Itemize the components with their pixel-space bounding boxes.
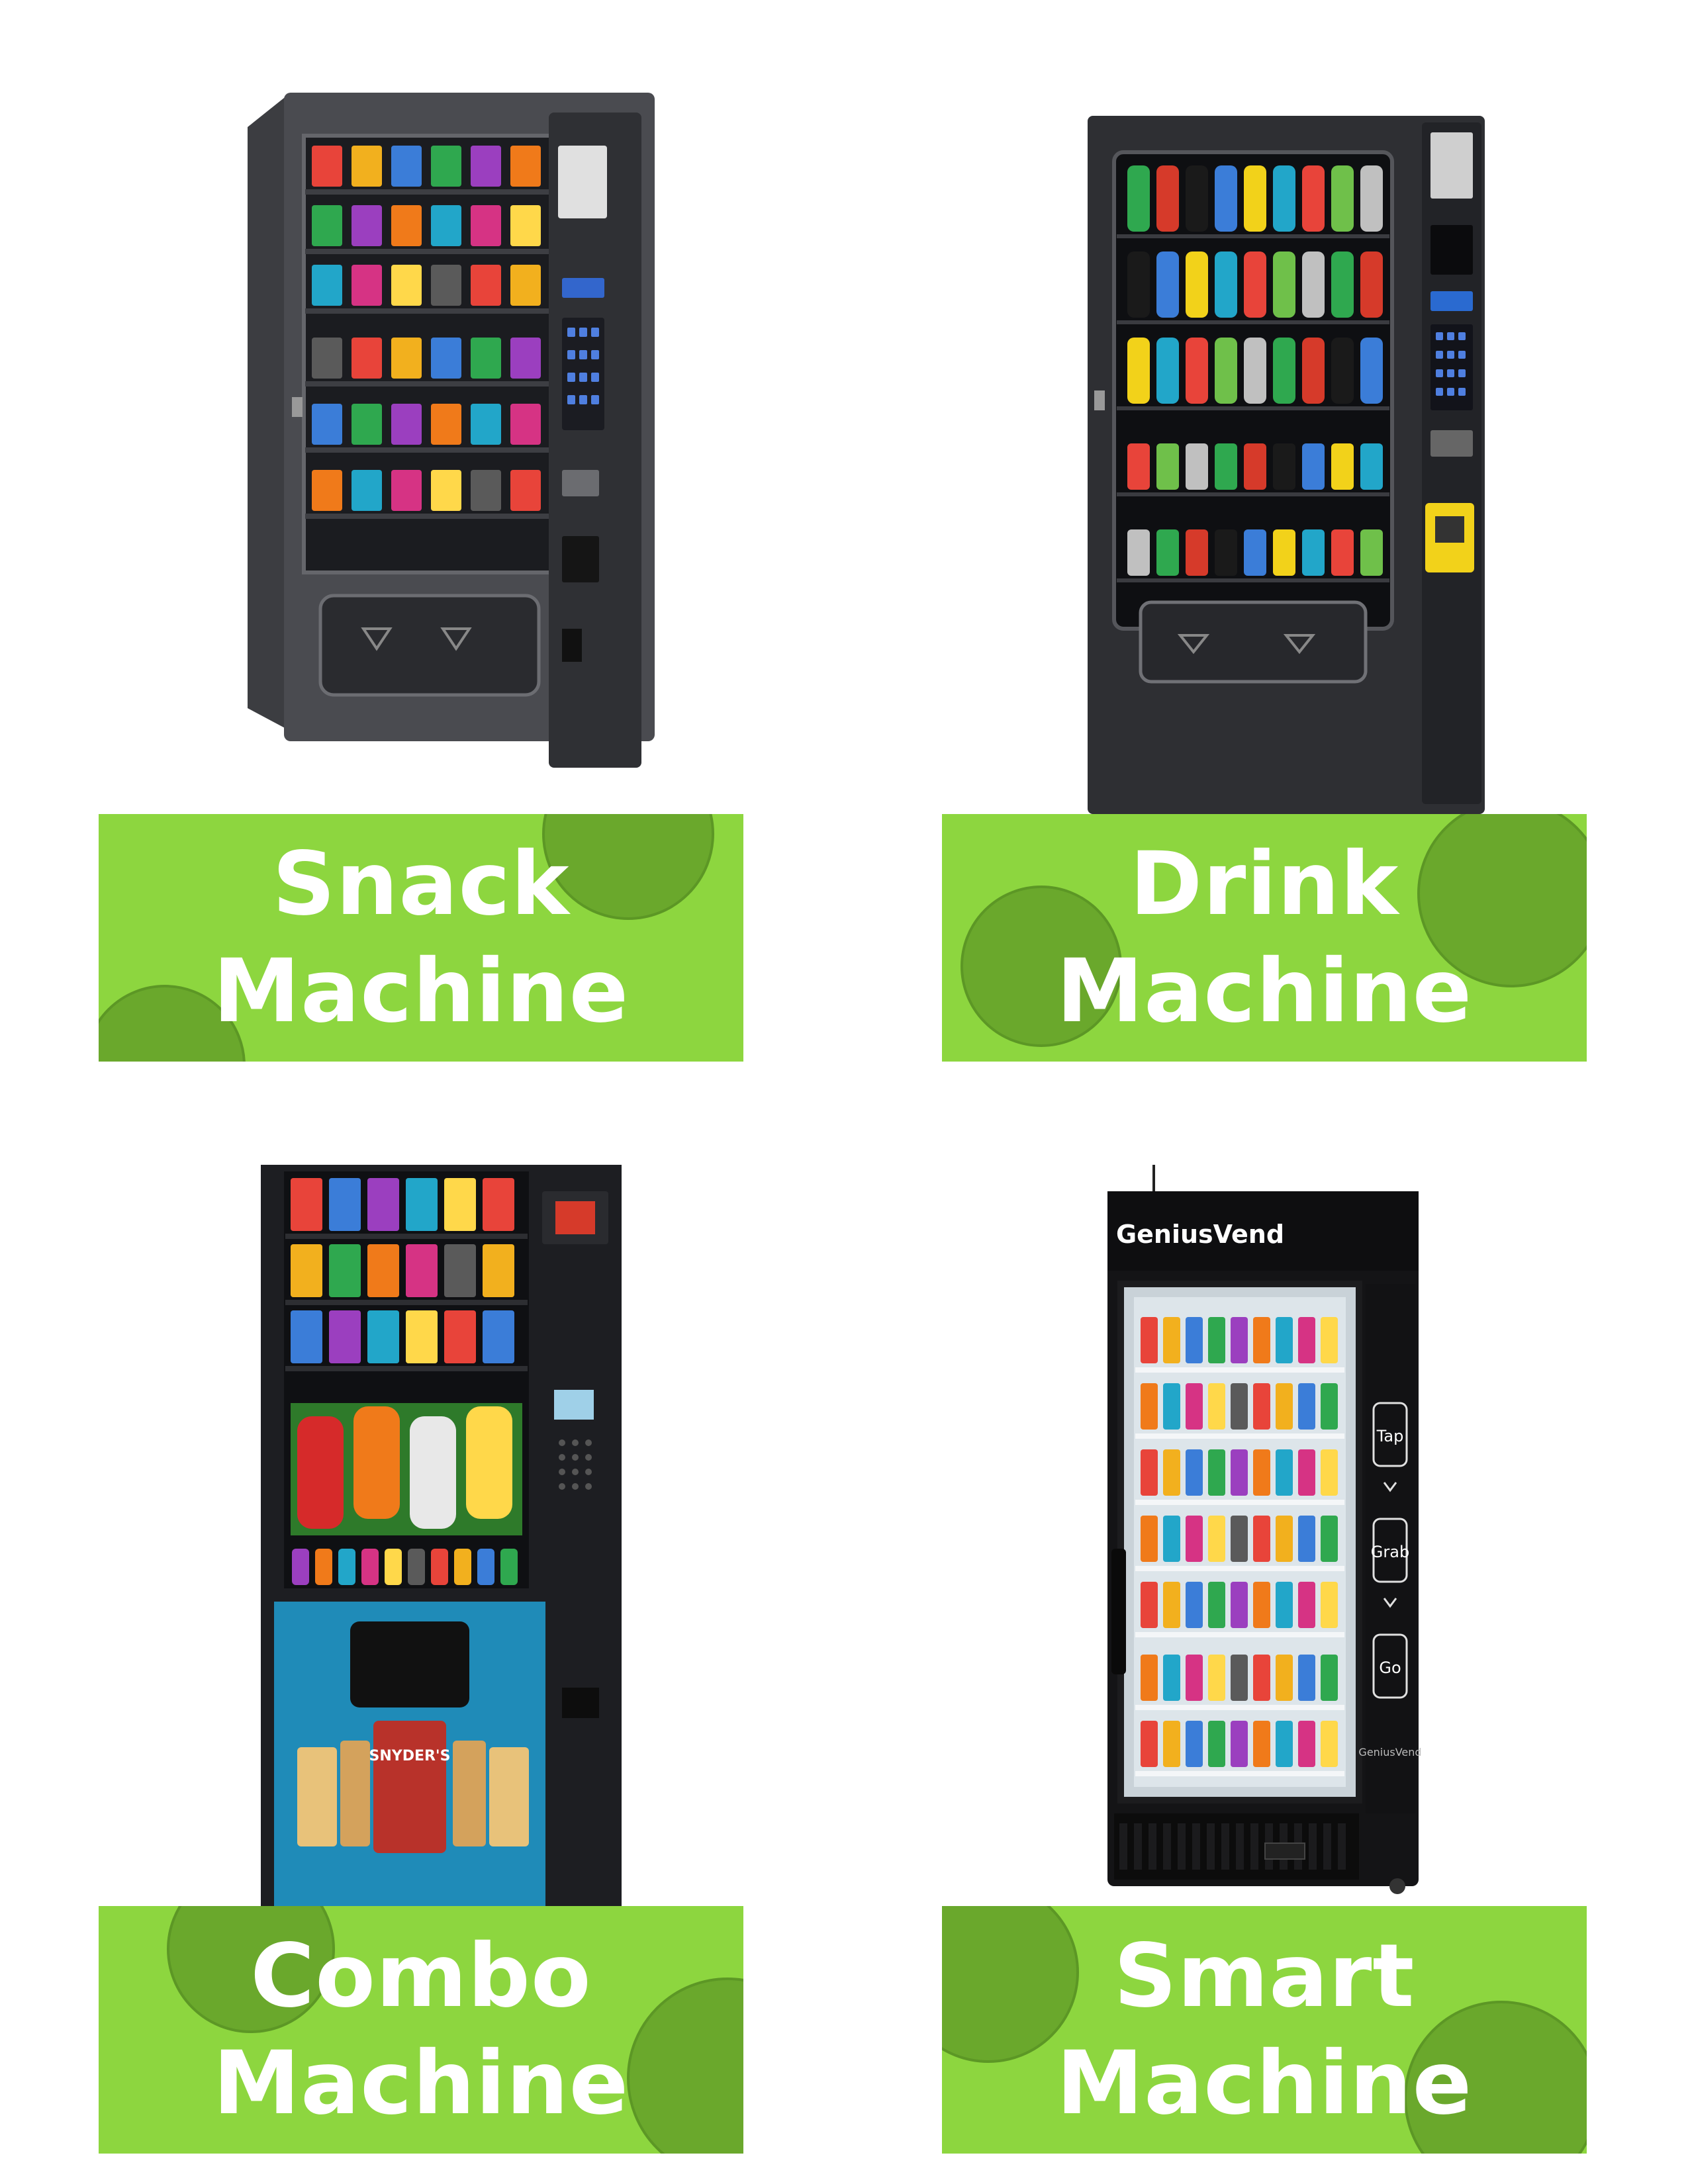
drink-machine-label-line2: Machine [1056,940,1473,1042]
smart-machine-label-line2: Machine [1056,2032,1473,2134]
drink-machine-image [1088,116,1485,814]
snack-machine-label-line1: Snack [272,833,570,935]
snack-machine-label-line2: Machine [212,940,630,1042]
drink-machine-label: Drink Machine [942,814,1587,1062]
drink-machine-label-line1: Drink [1129,833,1399,935]
smart-machine-image: GeniusVend Tap Grab Go GeniusVend [1107,1165,1422,1894]
combo-machine-label: Combo Machine [99,1906,743,2154]
combo-machine-label-line1: Combo [250,1925,592,2027]
geniusvend-logo: GeniusVend [1116,1220,1284,1249]
smart-machine-label: Smart Machine [942,1906,1587,2154]
smart-machine-card: GeniusVend Tap Grab Go GeniusVend Smart Ma… [942,1165,1587,2158]
smart-machine-label-line1: Smart [1113,1925,1415,2027]
combo-machine-label-line2: Machine [212,2032,630,2134]
geniusvend-small-logo: GeniusVend [1358,1746,1421,1758]
snack-machine-image [248,93,655,768]
snack-machine-label: Snack Machine [99,814,743,1062]
combo-panel-brand: SNYDER'S [369,1748,451,1764]
smart-step-tap: Tap [1376,1427,1404,1445]
combo-machine-image: SNYDER'S [261,1165,622,1906]
smart-step-go: Go [1379,1659,1401,1677]
smart-step-grab: Grab [1371,1543,1409,1561]
drink-machine-card: Drink Machine [942,73,1587,1066]
snack-machine-card: Snack Machine [99,73,743,1066]
combo-machine-card: SNYDER'S Combo Machine [99,1165,743,2158]
